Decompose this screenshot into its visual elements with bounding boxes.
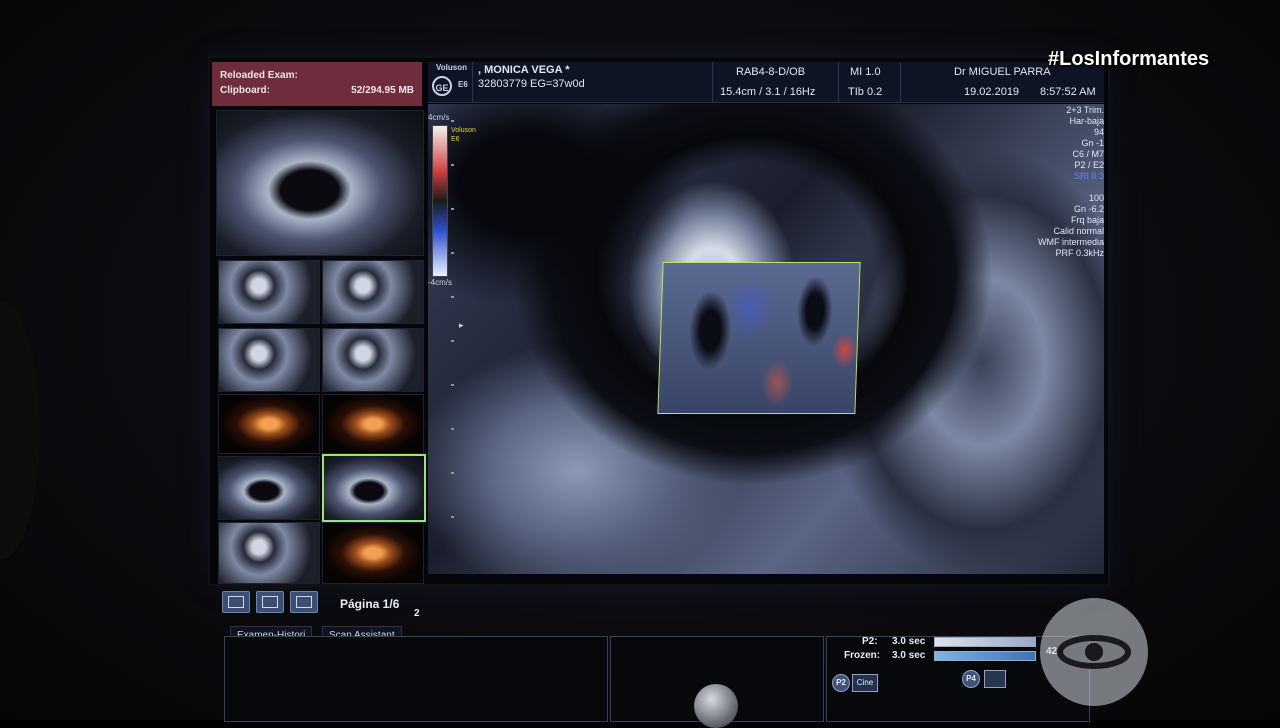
doctor-name: Dr MIGUEL PARRA xyxy=(954,66,1051,78)
param-line: PRF 0.3kHz xyxy=(1055,248,1104,258)
reloaded-exam-label: Reloaded Exam: xyxy=(220,70,298,81)
color-velocity-scale xyxy=(432,125,448,277)
header-divider xyxy=(712,62,713,102)
param-line: Calid normal xyxy=(1053,226,1104,236)
clipboard-size: 52/294.95 MB xyxy=(351,85,414,96)
p2-slider[interactable] xyxy=(934,637,1036,647)
param-line: WMF intermedia xyxy=(1037,237,1104,247)
printer-icon[interactable] xyxy=(984,670,1006,688)
param-line: 100 xyxy=(1088,193,1104,203)
mini-logo: Voluson E6 xyxy=(451,126,476,144)
mini-logo-line: Voluson xyxy=(451,127,476,134)
probe-label: RAB4-8-D/OB xyxy=(736,66,806,78)
single-view-button[interactable] xyxy=(222,591,250,613)
broadcast-hashtag: #LosInformantes xyxy=(1048,48,1210,70)
param-line: Frq baja xyxy=(1070,215,1104,225)
clipboard-thumbnail[interactable] xyxy=(218,456,320,520)
header-divider xyxy=(838,62,839,102)
p2-button[interactable]: P2 xyxy=(832,674,850,692)
clipboard-thumbnail[interactable] xyxy=(218,260,320,324)
clipboard-thumbnail-selected[interactable] xyxy=(322,454,426,522)
cine-button[interactable]: Cine xyxy=(852,674,878,692)
param-line: Gn -1 xyxy=(1081,138,1104,148)
param-line xyxy=(1004,182,1104,193)
exam-time: 8:57:52 AM xyxy=(1040,86,1096,98)
focus-marker-icon: ▸ xyxy=(459,320,464,330)
clipboard-thumbnail[interactable] xyxy=(322,328,424,392)
header-divider xyxy=(472,62,473,102)
probe-params: 15.4cm / 3.1 / 16Hz xyxy=(720,86,816,98)
tib-value: TIb 0.2 xyxy=(848,86,883,98)
ge-logo-icon: GE xyxy=(432,76,452,96)
page-indicator[interactable]: Página 1/6 xyxy=(340,597,399,611)
clipboard-thumbnail[interactable] xyxy=(216,110,424,256)
param-line: C6 / M7 xyxy=(1072,149,1104,159)
frozen-value: 3.0 sec xyxy=(892,650,926,661)
grid-view-button[interactable] xyxy=(290,591,318,613)
param-line: SRI II 3 xyxy=(1073,171,1104,181)
view-layout-buttons xyxy=(222,591,318,613)
voluson-logo-text: Voluson xyxy=(436,63,467,72)
param-line: P2 / E2 xyxy=(1074,160,1104,170)
p2-value: 3.0 sec xyxy=(892,636,926,647)
clipboard-thumbnail-3d[interactable] xyxy=(322,522,424,584)
param-line: Har-baja xyxy=(1069,116,1104,126)
acquisition-parameters: 2+3 Trim. Har-baja 94 Gn -1 C6 / M7 P2 /… xyxy=(1004,105,1104,259)
quad-view-button[interactable] xyxy=(256,591,284,613)
clipboard-thumbnail-3d[interactable] xyxy=(218,394,320,454)
clipboard-label: Clipboard: xyxy=(220,85,270,96)
clipboard-header: Reloaded Exam: Clipboard: 52/294.95 MB xyxy=(212,62,422,106)
velocity-scale-bottom: -4cm/s xyxy=(428,278,452,287)
param-line: 94 xyxy=(1093,127,1104,137)
patient-name: , MONICA VEGA * xyxy=(478,64,570,76)
page-badge: 2 xyxy=(414,608,420,619)
clipboard-thumbnail[interactable] xyxy=(322,260,424,324)
color-doppler-roi-box[interactable] xyxy=(657,262,861,414)
exam-date: 19.02.2019 xyxy=(964,86,1020,98)
channel-logo-icon xyxy=(1040,598,1148,706)
channel-logo-icon-svg xyxy=(1057,635,1131,669)
param-line: 2+3 Trim. xyxy=(1066,105,1104,115)
clipboard-thumbnail[interactable] xyxy=(218,522,320,584)
clipboard-thumbnail[interactable] xyxy=(218,328,320,392)
mi-value: MI 1.0 xyxy=(850,66,881,78)
patient-id-ga: 32803779 EG=37w0d xyxy=(478,78,585,90)
clipboard-thumbnail-3d[interactable] xyxy=(322,394,424,454)
frozen-label: Frozen: xyxy=(844,650,881,661)
depth-scale xyxy=(451,120,454,560)
velocity-scale-top: 4cm/s xyxy=(428,113,450,122)
trackball-knob[interactable] xyxy=(694,684,738,728)
p2-label: P2: xyxy=(862,636,878,647)
header-divider xyxy=(900,62,901,102)
p4-button[interactable]: P4 xyxy=(962,670,980,688)
frozen-slider[interactable] xyxy=(934,651,1036,661)
model-label: E6 xyxy=(458,80,468,89)
bottom-left-panel xyxy=(224,636,608,722)
param-line: Gn -6.2 xyxy=(1073,204,1104,214)
mini-logo-line: E6 xyxy=(451,136,460,143)
